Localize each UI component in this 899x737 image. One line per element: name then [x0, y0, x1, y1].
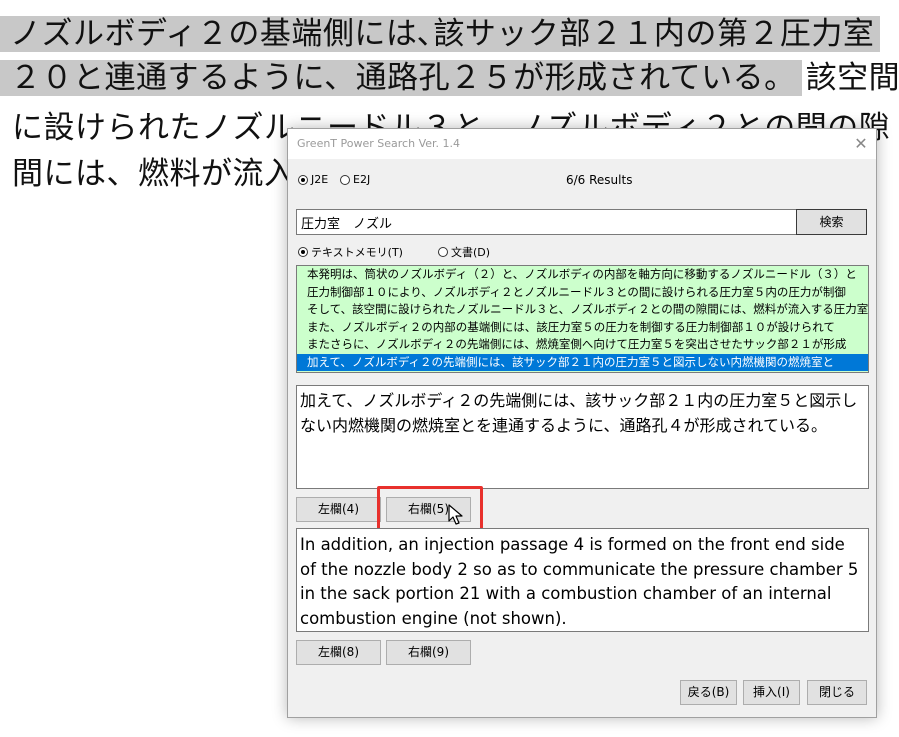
document-selected-text-1: ノズルボディ２の基端側には､該サック部２１内の第２圧力室	[0, 16, 881, 52]
list-item[interactable]: そして、該空間に設けられたノズルニードル３と、ノズルボディ２との間の隙間には、燃…	[297, 301, 868, 319]
results-count: 6/6 Results	[566, 173, 633, 187]
source-memory-label: テキストメモリ(T)	[311, 246, 403, 259]
close-button[interactable]: 閉じる	[807, 680, 867, 705]
source-document-radio[interactable]: 文書(D)	[438, 244, 490, 260]
mouse-pointer-icon	[448, 504, 463, 525]
mode-e2j-label: E2J	[353, 173, 371, 186]
power-search-dialog: GreenT Power Search Ver. 1.4 ✕ J2E E2J 6…	[287, 128, 877, 718]
right-column-button-9[interactable]: 右欄(9)	[386, 640, 471, 665]
results-list[interactable]: 本発明は、筒状のノズルボディ（２）と、ノズルボディの内部を軸方向に移動するノズル…	[296, 265, 869, 373]
close-icon[interactable]: ✕	[846, 129, 876, 159]
search-button[interactable]: 検索	[796, 209, 867, 235]
insert-button[interactable]: 挿入(I)	[743, 680, 800, 705]
english-text-box[interactable]: In addition, an injection passage 4 is f…	[296, 528, 869, 632]
source-document-label: 文書(D)	[451, 246, 491, 259]
document-text: 該空間	[805, 60, 899, 96]
radio-checked-icon	[298, 174, 308, 185]
mode-e2j-radio[interactable]: E2J	[340, 173, 370, 186]
back-button[interactable]: 戻る(B)	[680, 680, 737, 705]
japanese-text-box[interactable]: 加えて、ノズルボディ２の先端側には、該サック部２１内の圧力室５と図示しない内燃機…	[296, 385, 869, 489]
window-title: GreenT Power Search Ver. 1.4	[297, 137, 461, 150]
list-item[interactable]: またさらに、ノズルボディ２の先端側には、燃焼室側へ向けて圧力室５を突出させたサッ…	[297, 336, 868, 354]
document-line-1: ノズルボディ２の基端側には､該サック部２１内の第２圧力室	[0, 12, 881, 56]
radio-checked-icon	[298, 247, 308, 257]
document-line-4: 間には、燃料が流入	[12, 156, 296, 192]
radio-unchecked-icon	[340, 174, 350, 185]
highlight-annotation	[377, 486, 483, 532]
mode-j2e-label: J2E	[311, 173, 329, 186]
document-line-2: ２０と連通するように、通路孔２５が形成されている。 該空間	[0, 56, 899, 100]
list-item[interactable]: 本発明は、筒状のノズルボディ（２）と、ノズルボディの内部を軸方向に移動するノズル…	[297, 266, 868, 284]
title-bar[interactable]: GreenT Power Search Ver. 1.4 ✕	[288, 129, 876, 159]
list-item[interactable]: 圧力制御部１０により、ノズルボディ２とノズルニードル３との間に設けられる圧力室５…	[297, 284, 868, 302]
search-input[interactable]	[296, 209, 798, 235]
left-column-button-4[interactable]: 左欄(4)	[296, 497, 381, 522]
list-item-selected[interactable]: 加えて、ノズルボディ２の先端側には、該サック部２１内の圧力室５と図示しない内燃機…	[297, 353, 868, 371]
list-item[interactable]: また、ノズルボディ２の内部の基端側には、該圧力室５の圧力を制御する圧力制御部１０…	[297, 319, 868, 337]
source-memory-radio[interactable]: テキストメモリ(T)	[298, 244, 403, 260]
mode-j2e-radio[interactable]: J2E	[298, 173, 328, 186]
radio-unchecked-icon	[438, 247, 448, 257]
document-selected-text-2: ２０と連通するように、通路孔２５が形成されている。	[0, 60, 802, 96]
left-column-button-8[interactable]: 左欄(8)	[296, 640, 381, 665]
